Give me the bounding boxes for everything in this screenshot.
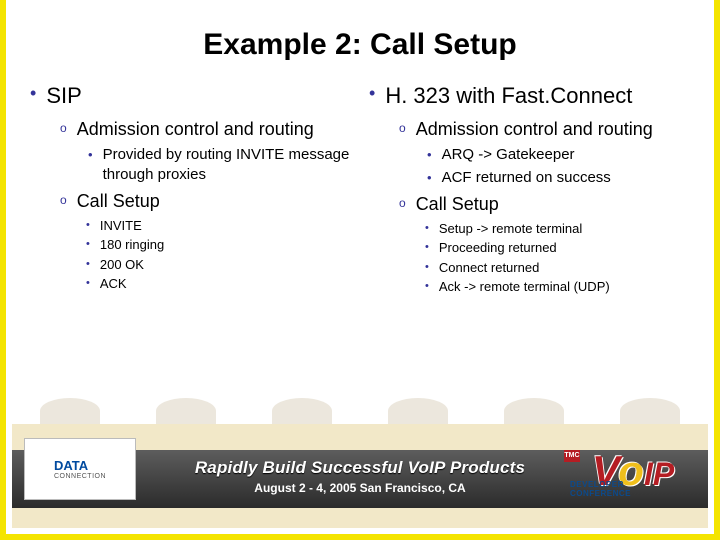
circle-icon: o: [399, 196, 406, 210]
item-label: Call Setup: [77, 189, 160, 213]
logo-right-caption: DEVELOPER CONFERENCE: [570, 480, 682, 498]
bullet-icon: •: [427, 170, 432, 185]
item-label: ACF returned on success: [442, 168, 611, 188]
bullet-icon: •: [425, 280, 429, 292]
bullet-icon: •: [369, 82, 375, 105]
content-columns: • SIP o Admission control and routing • P…: [6, 76, 714, 302]
item-label: 200 OK: [100, 256, 144, 274]
item-label: ARQ -> Gatekeeper: [442, 145, 575, 165]
item-label: Call Setup: [416, 192, 499, 216]
bullet-icon: •: [86, 219, 90, 231]
item-label: INVITE: [100, 217, 142, 235]
logo-voip: TMC Vo IP DEVELOPER CONFERENCE: [570, 438, 696, 504]
right-column: • H. 323 with Fast.Connect o Admission c…: [359, 82, 698, 302]
item-label: Admission control and routing: [416, 117, 653, 141]
item-label: Setup -> remote terminal: [439, 220, 582, 238]
bullet-icon: •: [88, 147, 93, 162]
logo-left-name: DATA: [54, 458, 106, 473]
slide-title: Example 2: Call Setup: [6, 0, 714, 76]
item-label: ACK: [100, 275, 127, 293]
bullet-icon: •: [425, 261, 429, 273]
bullet-icon: •: [425, 222, 429, 234]
item-label: 180 ringing: [100, 236, 164, 254]
bullet-icon: •: [86, 277, 90, 289]
heading-sip: SIP: [46, 82, 81, 111]
tmc-badge: TMC: [564, 450, 580, 462]
circle-icon: o: [399, 121, 406, 135]
left-column: • SIP o Admission control and routing • P…: [20, 82, 359, 302]
item-label: Ack -> remote terminal (UDP): [439, 278, 610, 296]
item-label: Admission control and routing: [77, 117, 314, 141]
footer-banner: Rapidly Build Successful VoIP Products A…: [12, 424, 708, 528]
heading-h323: H. 323 with Fast.Connect: [385, 82, 632, 111]
circle-icon: o: [60, 121, 67, 135]
decorative-shadow: [12, 398, 708, 424]
item-label: Provided by routing INVITE message throu…: [103, 145, 359, 186]
bullet-icon: •: [86, 258, 90, 270]
bullet-icon: •: [86, 238, 90, 250]
logo-left-sub: CONNECTION: [54, 473, 106, 480]
bullet-icon: •: [425, 241, 429, 253]
circle-icon: o: [60, 193, 67, 207]
item-label: Connect returned: [439, 259, 539, 277]
item-label: Proceeding returned: [439, 239, 557, 257]
bullet-icon: •: [427, 147, 432, 162]
bullet-icon: •: [30, 82, 36, 105]
logo-data-connection: DATA CONNECTION: [24, 438, 136, 500]
